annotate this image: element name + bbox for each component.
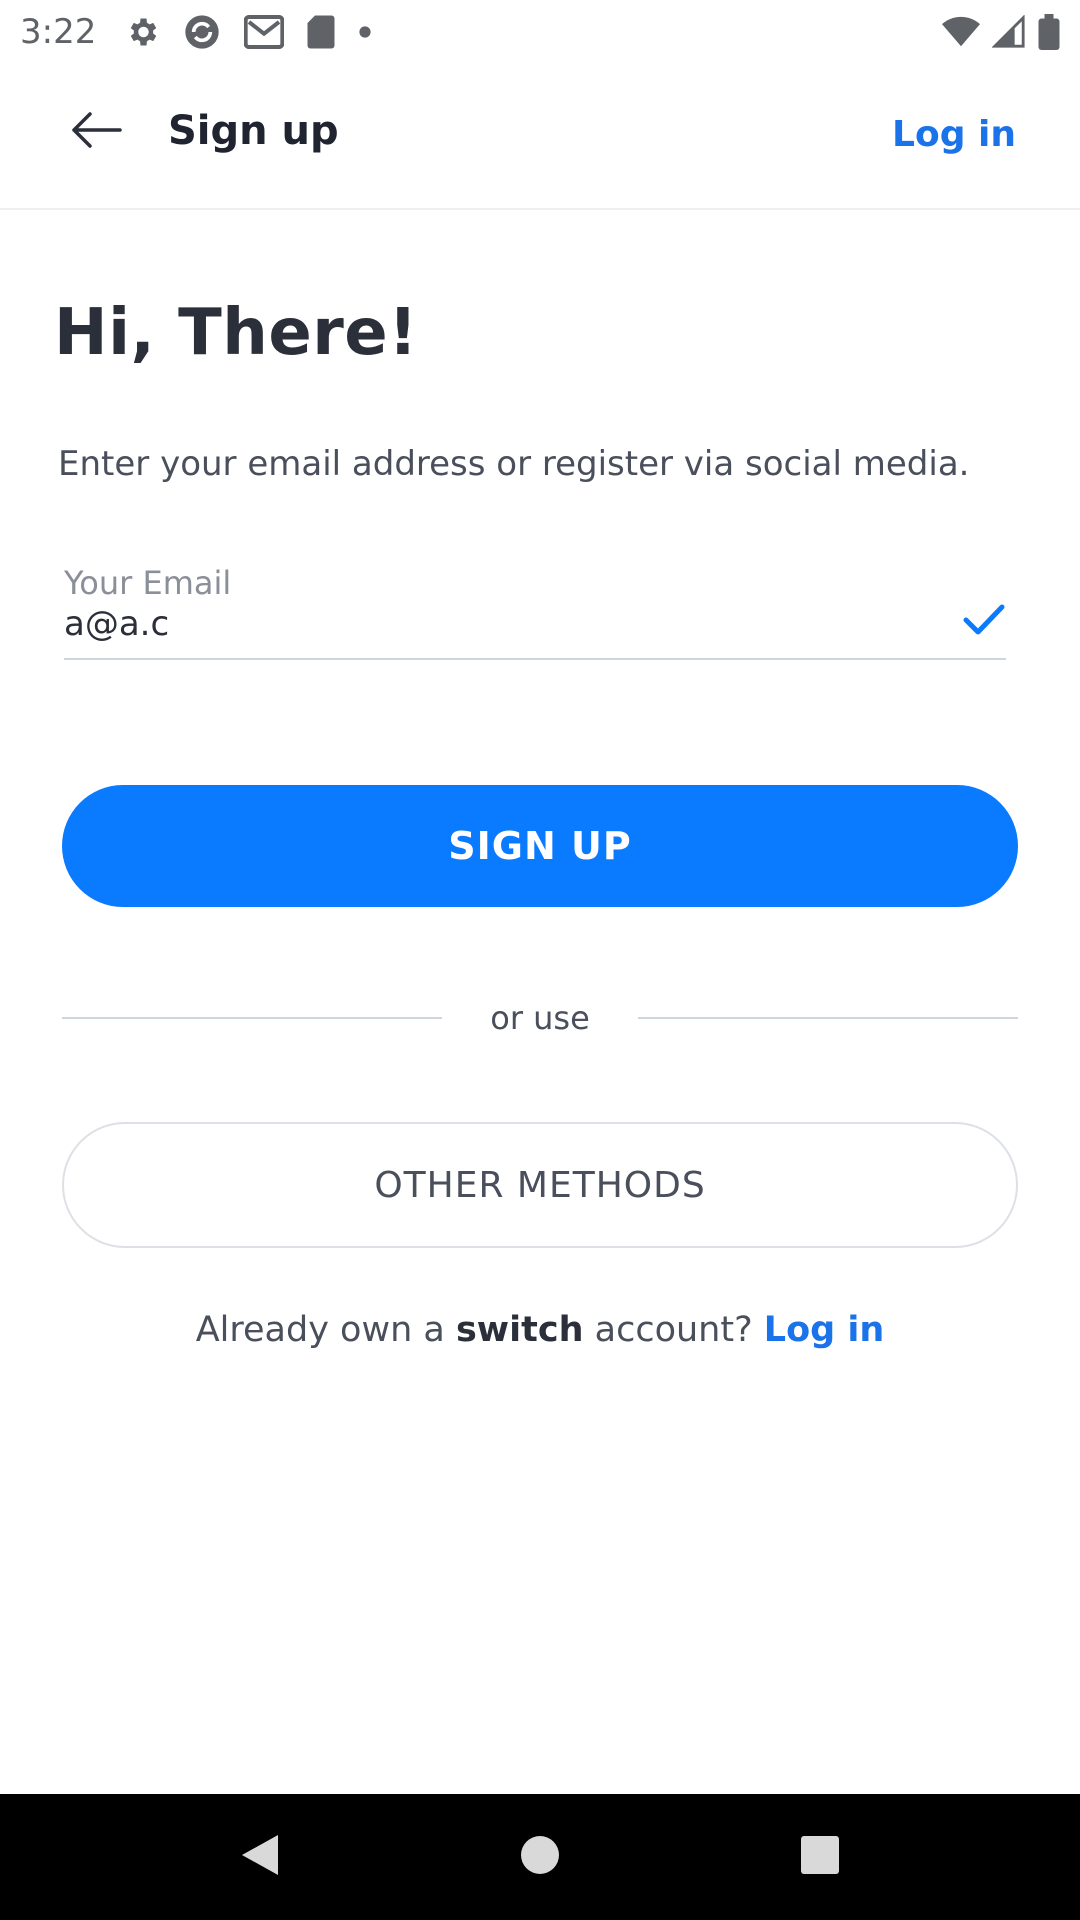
sd-card-icon	[306, 14, 336, 50]
other-methods-button[interactable]: OTHER METHODS	[62, 1122, 1018, 1248]
divider-line-right	[637, 1017, 1019, 1019]
nav-home-button[interactable]	[500, 1817, 580, 1897]
status-icons-left	[124, 12, 372, 52]
wifi-icon	[942, 16, 980, 48]
dot-icon	[358, 25, 372, 39]
page-title: Sign up	[168, 108, 339, 154]
back-triangle-icon	[238, 1831, 282, 1883]
divider-text: or use	[490, 999, 590, 1037]
home-circle-icon	[518, 1833, 562, 1881]
recents-square-icon	[799, 1834, 841, 1880]
status-bar: 3:22	[0, 0, 1080, 64]
footer-text: Already own a switch account? Log in	[0, 1310, 1080, 1350]
email-label: Your Email	[64, 564, 232, 602]
nav-recents-button[interactable]	[780, 1817, 860, 1897]
email-input[interactable]	[64, 604, 924, 644]
screen: 3:22 Sign up Log in Hi, There! Enter you…	[0, 0, 1080, 1920]
status-time: 3:22	[20, 12, 97, 52]
sync-icon	[182, 12, 222, 52]
header-login-link[interactable]: Log in	[892, 114, 1016, 155]
sign-up-button[interactable]: SIGN UP	[62, 785, 1018, 907]
arrow-left-icon	[70, 110, 122, 154]
footer-prefix: Already own a	[195, 1310, 456, 1350]
divider-line-left	[62, 1017, 443, 1019]
signal-icon	[992, 15, 1026, 49]
battery-icon	[1038, 14, 1060, 50]
gmail-icon	[244, 15, 285, 49]
footer-login-link[interactable]: Log in	[764, 1310, 885, 1350]
footer-suffix: account?	[583, 1310, 764, 1350]
instruction-text: Enter your email address or register via…	[58, 444, 970, 484]
app-bar: Sign up Log in	[0, 64, 1080, 210]
settings-icon	[124, 14, 160, 50]
greeting-heading: Hi, There!	[54, 296, 418, 370]
email-field[interactable]: Your Email	[64, 560, 1006, 660]
system-nav-bar	[0, 1794, 1080, 1920]
back-button[interactable]	[54, 104, 138, 160]
brand-name: switch	[455, 1310, 584, 1350]
or-use-divider: or use	[62, 990, 1019, 1046]
nav-back-button[interactable]	[220, 1817, 300, 1897]
status-icons-right	[942, 14, 1060, 50]
check-icon	[962, 602, 1006, 642]
